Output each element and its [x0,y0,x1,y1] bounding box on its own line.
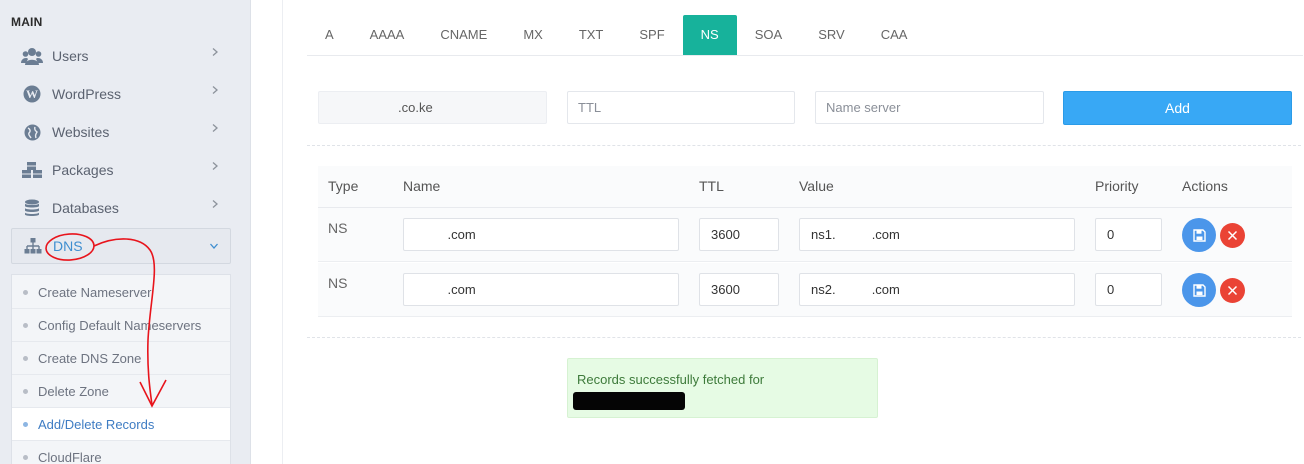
success-alert: Records successfully fetched for [567,358,878,418]
submenu-item-label: Create DNS Zone [38,350,142,366]
submenu-item-label: Config Default Nameservers [38,317,202,333]
svg-text:W: W [26,87,38,101]
tab-ns[interactable]: NS [682,15,737,55]
sidebar-item-users[interactable]: Users [11,38,231,74]
domain-field: .co.ke [318,91,547,124]
submenu-item-add-delete-records[interactable]: Add/Delete Records [12,408,230,441]
sidebar-item-databases[interactable]: Databases [11,190,231,226]
sidebar: MAIN Users W WordPress Websites Packages… [0,0,251,464]
globe-icon [21,122,43,142]
cubes-icon [21,160,43,180]
submenu-item-cloudflare[interactable]: CloudFlare [12,441,230,464]
submenu-item-create-nameserver[interactable]: Create Nameserver [12,276,230,309]
record-ttl-input[interactable]: 3600 [699,218,779,251]
sidebar-item-websites[interactable]: Websites [11,114,231,150]
floppy-disk-icon [1192,228,1206,242]
sidebar-item-packages[interactable]: Packages [11,152,231,188]
record-type-tabs: A AAAA CNAME MX TXT SPF NS SOA SRV CAA [307,15,925,55]
chevron-right-icon [212,48,218,56]
alert-message: Records successfully fetched for [577,372,765,387]
tabs-divider [307,55,1303,56]
record-name-input[interactable]: .com [403,273,679,306]
column-header-ttl: TTL [699,178,724,194]
tab-mx[interactable]: MX [505,15,561,55]
delete-record-button[interactable] [1220,223,1245,248]
sidebar-item-label: WordPress [52,86,121,102]
record-value-input[interactable]: ns1. .com [799,218,1075,251]
chevron-right-icon [212,162,218,170]
tab-srv[interactable]: SRV [800,15,863,55]
column-header-priority: Priority [1095,178,1139,194]
floppy-disk-icon [1192,283,1206,297]
record-name-input[interactable]: .com [403,218,679,251]
sitemap-icon [22,236,44,256]
chevron-down-icon [210,243,218,249]
chevron-right-icon [212,86,218,94]
column-header-name: Name [403,178,441,194]
tab-a[interactable]: A [307,15,352,55]
record-type-cell: NS [328,220,348,236]
bullet-icon [23,454,28,460]
close-icon [1227,230,1238,241]
add-record-button[interactable]: Add [1063,91,1292,125]
bullet-icon [23,355,28,361]
tab-txt[interactable]: TXT [561,15,622,55]
save-record-button[interactable] [1182,273,1216,307]
bullet-icon [23,421,28,427]
sidebar-item-label: DNS [53,238,83,254]
column-header-actions: Actions [1182,178,1228,194]
wordpress-icon: W [21,84,43,104]
submenu-item-config-default-nameservers[interactable]: Config Default Nameservers [12,309,230,342]
ttl-input[interactable] [567,91,795,124]
sidebar-item-label: Packages [52,162,114,178]
submenu-item-label: Add/Delete Records [38,416,155,432]
sidebar-item-wordpress[interactable]: W WordPress [11,76,231,112]
nameserver-input[interactable] [815,91,1044,124]
column-header-type: Type [328,178,359,194]
column-header-value: Value [799,178,834,194]
record-type-cell: NS [328,275,348,291]
sidebar-item-label: Users [52,48,89,64]
bullet-icon [23,322,28,328]
record-ttl-input[interactable]: 3600 [699,273,779,306]
sidebar-item-dns[interactable]: DNS [11,228,231,264]
record-priority-input[interactable]: 0 [1095,273,1162,306]
submenu-item-delete-zone[interactable]: Delete Zone [12,375,230,408]
chevron-right-icon [212,200,218,208]
save-record-button[interactable] [1182,218,1216,252]
sidebar-item-label: Websites [52,124,110,140]
tab-caa[interactable]: CAA [863,15,926,55]
dns-submenu: Create Nameserver Config Default Nameser… [11,274,231,464]
bullet-icon [23,388,28,394]
submenu-item-label: Delete Zone [38,383,109,399]
divider [307,145,1301,146]
delete-record-button[interactable] [1220,278,1245,303]
dns-records-panel: A AAAA CNAME MX TXT SPF NS SOA SRV CAA .… [282,0,1304,464]
tab-cname[interactable]: CNAME [422,15,505,55]
divider [307,337,1301,338]
submenu-item-label: CloudFlare [38,449,102,464]
bullet-icon [23,289,28,295]
database-icon [21,198,43,218]
users-icon [21,46,43,66]
tab-aaaa[interactable]: AAAA [352,15,423,55]
tab-spf[interactable]: SPF [621,15,682,55]
close-icon [1227,285,1238,296]
tab-soa[interactable]: SOA [737,15,800,55]
submenu-item-label: Create Nameserver [38,284,152,300]
record-value-input[interactable]: ns2. .com [799,273,1075,306]
submenu-item-create-dns-zone[interactable]: Create DNS Zone [12,342,230,375]
chevron-right-icon [212,124,218,132]
record-priority-input[interactable]: 0 [1095,218,1162,251]
redacted-domain [573,392,685,410]
sidebar-item-label: Databases [52,200,119,216]
section-title: MAIN [11,15,43,29]
